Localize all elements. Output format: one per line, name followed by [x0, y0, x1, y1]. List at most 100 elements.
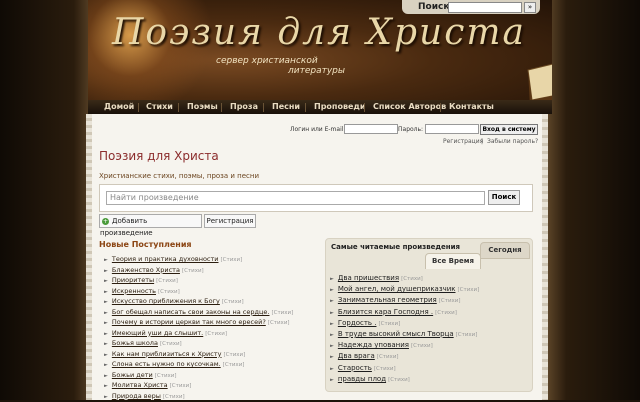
- item-category[interactable]: [Стихи]: [456, 332, 478, 338]
- list-item[interactable]: Блаженство Христа[Стихи]: [104, 265, 293, 276]
- list-item[interactable]: Божьи дети[Стихи]: [104, 370, 293, 381]
- item-category[interactable]: [Стихи]: [158, 289, 180, 295]
- item-title[interactable]: Два пришествия: [338, 274, 399, 282]
- item-category[interactable]: [Стихи]: [155, 373, 177, 379]
- nav-sermons[interactable]: Проповеди: [314, 102, 366, 111]
- list-item[interactable]: Как нам приблизиться к Христу[Стихи]: [104, 349, 293, 360]
- nav-contacts[interactable]: Контакты: [449, 102, 494, 111]
- login-email-input[interactable]: [344, 124, 398, 134]
- item-title[interactable]: Как нам приблизиться к Христу: [112, 350, 222, 358]
- item-category[interactable]: [Стихи]: [170, 383, 192, 389]
- list-item[interactable]: Искусство приближения к Богу[Стихи]: [104, 296, 293, 307]
- add-work-button[interactable]: + Добавить произведение: [99, 214, 202, 237]
- item-title[interactable]: Искренность: [112, 287, 156, 295]
- item-title[interactable]: Блаженство Христа: [112, 266, 180, 274]
- nav-authors[interactable]: Список Авторов: [373, 102, 446, 111]
- nav-divider: [263, 103, 264, 112]
- item-title[interactable]: Божья школа: [112, 339, 158, 347]
- list-item[interactable]: Искренность[Стихи]: [104, 286, 293, 297]
- item-category[interactable]: [Стихи]: [222, 299, 244, 305]
- item-title[interactable]: Почему в истории церкви так много ересей…: [112, 318, 266, 326]
- item-title[interactable]: Теория и практика духовности: [112, 255, 219, 263]
- item-title[interactable]: Приоритеты: [112, 276, 154, 284]
- search-input[interactable]: Найти произведение: [106, 191, 485, 205]
- item-category[interactable]: [Стихи]: [377, 354, 399, 360]
- list-item[interactable]: Природа веры[Стихи]: [104, 391, 293, 402]
- item-category[interactable]: [Стихи]: [268, 320, 290, 326]
- list-item[interactable]: Теория и практика духовности[Стихи]: [104, 254, 293, 265]
- plus-icon: +: [102, 217, 109, 225]
- item-title[interactable]: Старость: [338, 364, 372, 372]
- tab-all-time[interactable]: Все Время: [425, 253, 481, 269]
- item-category[interactable]: [Стихи]: [223, 362, 245, 368]
- item-category[interactable]: [Стихи]: [388, 377, 410, 383]
- item-title[interactable]: Искусство приближения к Богу: [112, 297, 220, 305]
- list-item[interactable]: Старость[Стихи]: [330, 363, 479, 374]
- item-category[interactable]: [Стихи]: [439, 298, 461, 304]
- item-title[interactable]: Имеющий уши да слышит.: [112, 329, 203, 337]
- item-category[interactable]: [Стихи]: [411, 343, 433, 349]
- item-title[interactable]: Надежда упования: [338, 341, 409, 349]
- links-separator: |: [481, 138, 484, 145]
- item-category[interactable]: [Стихи]: [401, 276, 423, 282]
- list-item[interactable]: правды плод[Стихи]: [330, 374, 479, 385]
- item-category[interactable]: [Стихи]: [182, 268, 204, 274]
- item-category[interactable]: [Стихи]: [374, 366, 396, 372]
- item-category[interactable]: [Стихи]: [458, 287, 480, 293]
- list-item[interactable]: Занимательная геометрия[Стихи]: [330, 295, 479, 306]
- subtitle-line-2: литературы: [288, 66, 345, 76]
- list-item[interactable]: Почему в истории церкви так много ересей…: [104, 317, 293, 328]
- list-item[interactable]: Близится кара Господня .[Стихи]: [330, 307, 479, 318]
- item-title[interactable]: Природа веры: [112, 392, 161, 400]
- nav-long-poems[interactable]: Поэмы: [187, 102, 218, 111]
- nav-prose[interactable]: Проза: [230, 102, 258, 111]
- item-title[interactable]: Молитва Христа: [112, 381, 168, 389]
- item-category[interactable]: [Стихи]: [205, 331, 227, 337]
- top-search-input[interactable]: [448, 2, 522, 13]
- item-title[interactable]: Два врага: [338, 352, 375, 360]
- item-title[interactable]: Божьи дети: [112, 371, 153, 379]
- item-title[interactable]: В труде высокий смысл Творца: [338, 330, 454, 338]
- top-search-bar: Поиск: »: [402, 0, 540, 14]
- register-button[interactable]: Регистрация: [204, 214, 256, 228]
- list-item[interactable]: Два пришествия[Стихи]: [330, 273, 479, 284]
- nav-poems[interactable]: Стихи: [146, 102, 173, 111]
- item-category[interactable]: [Стихи]: [163, 394, 185, 400]
- item-category[interactable]: [Стихи]: [156, 278, 178, 284]
- item-title[interactable]: Гордость .: [338, 319, 377, 327]
- item-category[interactable]: [Стихи]: [221, 257, 243, 263]
- list-item[interactable]: Бог обещал написать свои законы на сердц…: [104, 307, 293, 318]
- list-item[interactable]: Божья школа[Стихи]: [104, 338, 293, 349]
- item-category[interactable]: [Стихи]: [271, 310, 293, 316]
- item-category[interactable]: [Стихи]: [224, 352, 246, 358]
- list-item[interactable]: Слона есть нужно по кусочкам.[Стихи]: [104, 359, 293, 370]
- item-title[interactable]: Близится кара Господня .: [338, 308, 433, 316]
- list-item[interactable]: Молитва Христа[Стихи]: [104, 380, 293, 391]
- login-password-input[interactable]: [425, 124, 479, 134]
- forgot-password-link[interactable]: Забыли пароль?: [487, 138, 538, 145]
- item-title[interactable]: Занимательная геометрия: [338, 296, 437, 304]
- site-logo[interactable]: Поэзия для Христа: [112, 12, 526, 53]
- tab-today[interactable]: Сегодня: [480, 242, 530, 259]
- nav-home[interactable]: Домой: [104, 102, 134, 111]
- list-item[interactable]: Приоритеты[Стихи]: [104, 275, 293, 286]
- item-title[interactable]: Бог обещал написать свои законы на сердц…: [112, 308, 270, 316]
- register-link[interactable]: Регистрация: [443, 138, 483, 145]
- search-button[interactable]: Поиск: [488, 190, 520, 205]
- nav-divider: [440, 103, 441, 112]
- list-item[interactable]: Два врага[Стихи]: [330, 351, 479, 362]
- item-category[interactable]: [Стихи]: [378, 321, 400, 327]
- top-search-go-button[interactable]: »: [524, 2, 536, 13]
- login-button[interactable]: Вход в систему: [480, 124, 538, 135]
- item-title[interactable]: правды плод: [338, 375, 386, 383]
- list-item[interactable]: Гордость .[Стихи]: [330, 318, 479, 329]
- list-item[interactable]: В труде высокий смысл Творца[Стихи]: [330, 329, 479, 340]
- nav-songs[interactable]: Песни: [272, 102, 300, 111]
- item-title[interactable]: Мой ангел, мой душеприказчик: [338, 285, 456, 293]
- list-item[interactable]: Надежда упования[Стихи]: [330, 340, 479, 351]
- item-title[interactable]: Слона есть нужно по кусочкам.: [112, 360, 221, 368]
- item-category[interactable]: [Стихи]: [435, 310, 457, 316]
- item-category[interactable]: [Стихи]: [160, 341, 182, 347]
- list-item[interactable]: Мой ангел, мой душеприказчик[Стихи]: [330, 284, 479, 295]
- list-item[interactable]: Имеющий уши да слышит.[Стихи]: [104, 328, 293, 339]
